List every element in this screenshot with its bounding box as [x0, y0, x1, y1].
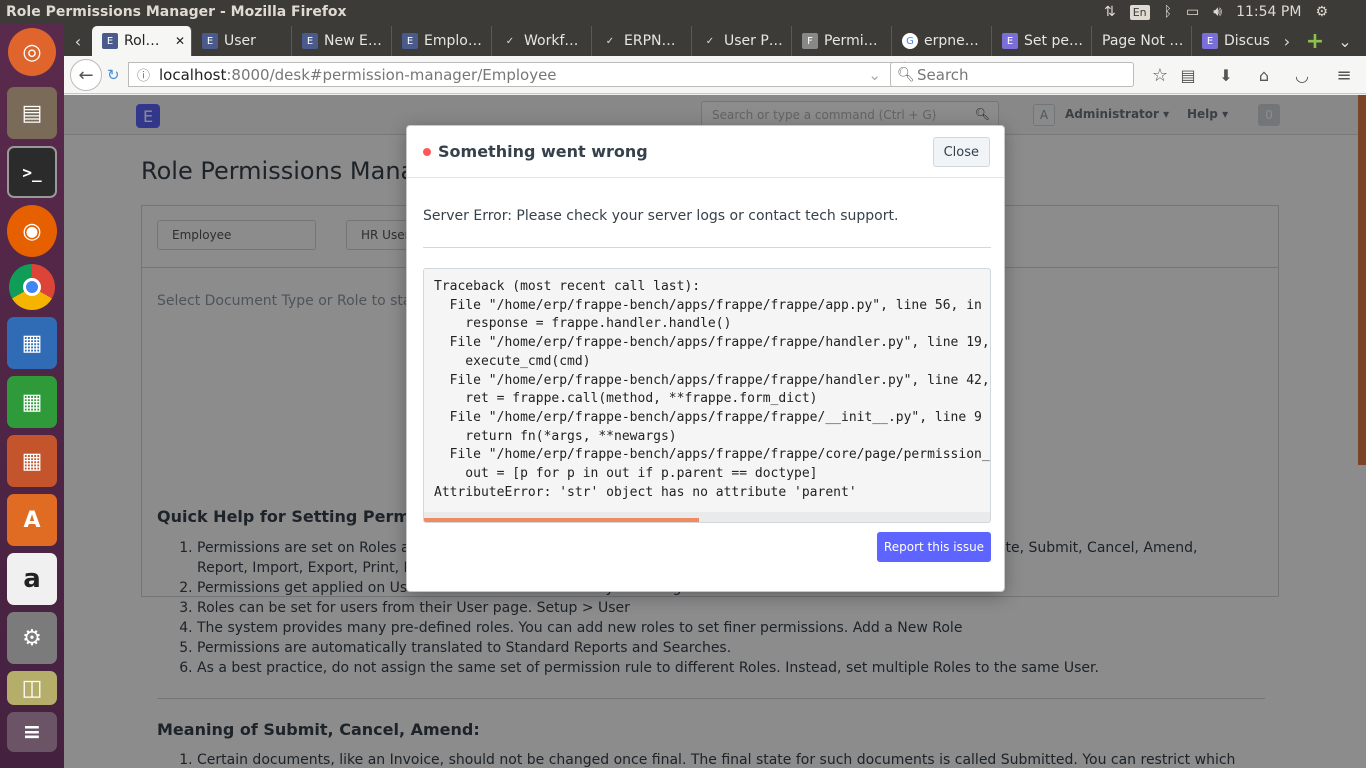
url-host: localhost: [159, 65, 227, 84]
tab-google-search[interactable]: G erpne…: [892, 26, 992, 56]
close-button[interactable]: Close: [932, 137, 990, 167]
url-history-dropdown-icon[interactable]: ⌄: [868, 66, 881, 84]
google-favicon-icon: G: [902, 33, 918, 49]
os-top-panel: Role Permissions Manager - Mozilla Firef…: [0, 0, 1366, 24]
tab-new-employee[interactable]: E New E…: [292, 26, 392, 56]
report-issue-button[interactable]: Report this issue: [877, 532, 991, 562]
reading-list-icon[interactable]: ▤: [1176, 64, 1200, 86]
tab-erpnext[interactable]: ✓ ERPN…: [592, 26, 692, 56]
search-icon: 🔍︎: [897, 66, 915, 83]
url-bar[interactable]: ↻ ⓘ localhost:8000/desk#permission-manag…: [107, 61, 942, 87]
tab-employee[interactable]: E Emplo…: [392, 26, 492, 56]
amazon-icon[interactable]: a: [7, 553, 57, 605]
tab-scroll-right-icon[interactable]: ›: [1274, 26, 1300, 56]
scrollbar-thumb[interactable]: [424, 518, 699, 522]
url-path: :8000/desk#permission-manager/Employee: [226, 65, 557, 84]
discuss-favicon-icon: ✓: [505, 35, 515, 47]
bluetooth-icon[interactable]: ᛒ: [1164, 4, 1172, 20]
error-message: Server Error: Please check your server l…: [423, 208, 899, 224]
home-icon[interactable]: ⌂: [1252, 64, 1276, 86]
tab-label: Page Not …: [1102, 33, 1184, 49]
erpnext-favicon-icon: E: [102, 33, 118, 49]
chrome-icon[interactable]: [9, 264, 55, 310]
new-tab-plus-icon[interactable]: +: [1300, 26, 1330, 56]
frappe-favicon-icon: F: [802, 33, 818, 49]
tab-user-permissions[interactable]: ✓ User P…: [692, 26, 792, 56]
tab-label: Permi…: [824, 33, 878, 49]
erpnext-favicon-icon: E: [402, 33, 418, 49]
workspace-switcher-icon[interactable]: ◫: [7, 671, 57, 705]
system-tray: ⇅ En ᛒ ▭ 🔊︎ 11:54 PM ⚙: [1104, 0, 1366, 24]
site-info-icon[interactable]: ⓘ: [137, 65, 150, 84]
tab-permissions[interactable]: F Permi…: [792, 26, 892, 56]
libreoffice-impress-icon[interactable]: ▦: [7, 435, 57, 487]
tab-label: Workf…: [524, 33, 579, 49]
tab-page-not-found[interactable]: Page Not …: [1092, 26, 1192, 56]
tab-user[interactable]: E User: [192, 26, 292, 56]
tab-discuss[interactable]: E Discus: [1192, 26, 1274, 56]
browser-search-placeholder: Search: [917, 65, 969, 84]
browser-navigation-bar: ← ↻ ⓘ localhost:8000/desk#permission-man…: [64, 56, 1366, 94]
traceback-box[interactable]: Traceback (most recent call last): File …: [423, 268, 991, 523]
power-gear-icon[interactable]: ⚙: [1315, 4, 1328, 20]
pocket-icon[interactable]: ◡: [1290, 64, 1314, 86]
reload-page-icon[interactable]: ↻: [107, 66, 120, 84]
tab-label: User P…: [724, 33, 783, 49]
tab-close-icon[interactable]: ✕: [175, 34, 185, 48]
clock[interactable]: 11:54 PM: [1236, 4, 1301, 20]
erpnext-favicon-icon: E: [302, 33, 318, 49]
firefox-icon[interactable]: ◉: [7, 205, 57, 257]
back-arrow-icon[interactable]: ←: [70, 59, 102, 91]
hamburger-menu-icon[interactable]: ≡: [1332, 64, 1356, 86]
erpnext-favicon-icon: E: [1202, 33, 1218, 49]
bookmark-star-icon[interactable]: ☆: [1148, 64, 1172, 86]
browser-search-box[interactable]: 🔍︎ Search: [890, 62, 1134, 87]
tab-label: Emplo…: [424, 33, 482, 49]
downloads-arrow-icon[interactable]: ⬇: [1214, 64, 1238, 86]
window-title: Role Permissions Manager - Mozilla Firef…: [6, 4, 347, 20]
dialog-title: Something went wrong: [438, 142, 648, 161]
discuss-favicon-icon: ✓: [605, 35, 615, 47]
system-settings-icon[interactable]: ⚙: [7, 612, 57, 664]
network-icon[interactable]: ⇅: [1104, 4, 1116, 20]
battery-icon[interactable]: ▭: [1186, 4, 1199, 20]
dialog-header: Something went wrong Close: [407, 126, 1004, 178]
erpnext-favicon-icon: E: [202, 33, 218, 49]
terminal-icon[interactable]: >_: [7, 146, 57, 198]
tab-label: ERPN…: [624, 33, 676, 49]
trash-icon[interactable]: ≡: [7, 712, 57, 752]
tab-list-dropdown-icon[interactable]: ⌄: [1330, 26, 1360, 56]
ubuntu-dash-icon[interactable]: ◎: [8, 28, 56, 76]
tab-label: Rol…: [124, 33, 160, 49]
traceback-horizontal-scrollbar[interactable]: [424, 512, 990, 522]
tab-set-permissions[interactable]: E Set pe…: [992, 26, 1092, 56]
tab-scroll-left-icon[interactable]: ‹: [64, 26, 92, 56]
divider: [423, 247, 991, 248]
tab-label: erpne…: [924, 33, 979, 49]
unity-launcher: ◎ ▤ >_ ◉ ▦ ▦ ▦ A a ⚙ ◫ ≡: [0, 24, 64, 768]
tab-label: Set pe…: [1024, 33, 1083, 49]
erpnext-favicon-icon: E: [1002, 33, 1018, 49]
software-center-icon[interactable]: A: [7, 494, 57, 546]
discuss-favicon-icon: ✓: [705, 35, 715, 47]
file-manager-icon[interactable]: ▤: [7, 87, 57, 139]
traceback-text: Traceback (most recent call last): File …: [434, 279, 991, 500]
keyboard-layout-indicator[interactable]: En: [1129, 4, 1150, 20]
tab-label: Discus: [1224, 33, 1270, 49]
tab-label: New E…: [324, 33, 382, 49]
error-indicator-dot-icon: [423, 147, 431, 156]
libreoffice-calc-icon[interactable]: ▦: [7, 376, 57, 428]
tab-workflow[interactable]: ✓ Workf…: [492, 26, 592, 56]
error-dialog: Something went wrong Close Server Error:…: [406, 125, 1005, 592]
volume-icon[interactable]: 🔊︎: [1213, 4, 1222, 20]
tab-role-permissions[interactable]: E Rol… ✕: [92, 26, 192, 56]
browser-tab-strip: ‹ E Rol… ✕ E User E New E… E Emplo… ✓ Wo…: [64, 24, 1366, 56]
libreoffice-writer-icon[interactable]: ▦: [7, 317, 57, 369]
tab-label: User: [224, 33, 256, 49]
